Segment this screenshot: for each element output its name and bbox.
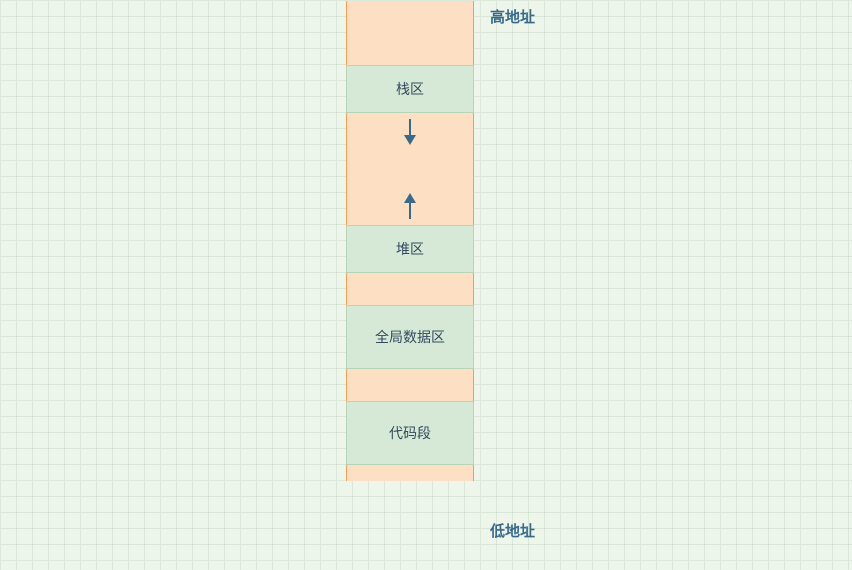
- segment-global-data: 全局数据区: [346, 305, 474, 369]
- segment-heap: 堆区: [346, 225, 474, 273]
- segment-gap-2: [347, 369, 473, 401]
- arrow-down-icon: [403, 119, 417, 145]
- memory-layout-column: 栈区 堆区 全局数据区 代码段: [346, 1, 474, 481]
- low-address-label: 低地址: [490, 520, 535, 541]
- segment-stack-label: 栈区: [396, 79, 424, 99]
- segment-bottom-blank: [347, 465, 473, 481]
- segment-code: 代码段: [346, 401, 474, 465]
- segment-gap-1: [347, 273, 473, 305]
- segment-stack: 栈区: [346, 65, 474, 113]
- segment-global-data-label: 全局数据区: [375, 327, 445, 347]
- segment-heap-label: 堆区: [396, 239, 424, 259]
- segment-free-space: [347, 113, 473, 225]
- arrow-up-icon: [403, 193, 417, 219]
- high-address-label: 高地址: [490, 6, 535, 27]
- segment-top-blank: [347, 1, 473, 65]
- segment-code-label: 代码段: [389, 423, 431, 443]
